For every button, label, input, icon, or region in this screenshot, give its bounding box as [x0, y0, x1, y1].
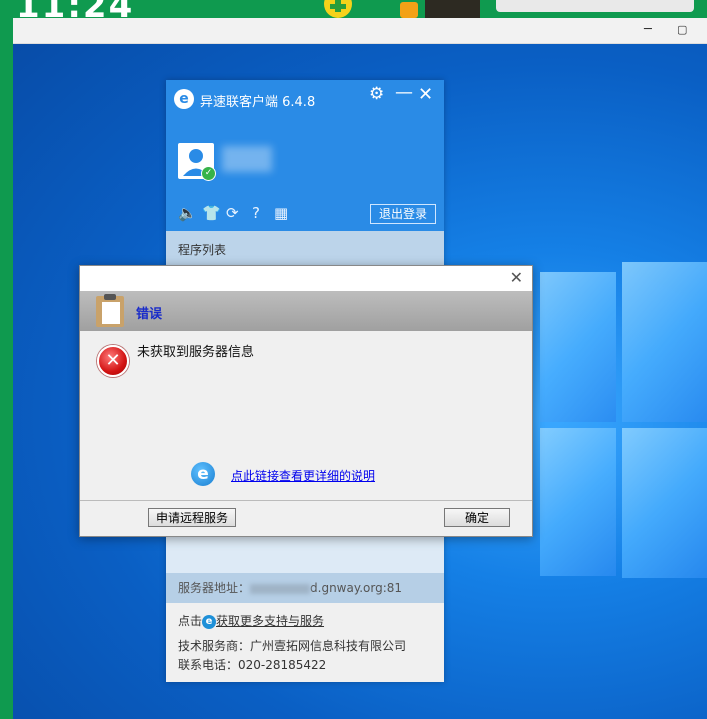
server-address: 服务器地址： d.gnway.org:81 [166, 573, 444, 603]
client-header: e 异速联客户端 6.4.8 ⚙ — ✕ ✓ 🔈 👕 ⟳ ? ▦ 退出登录 [166, 80, 444, 231]
ie-icon: e [191, 462, 215, 486]
error-icon: ✕ [97, 345, 129, 377]
close-icon[interactable]: ✕ [418, 84, 433, 105]
username-blurred [222, 146, 272, 172]
minimize-icon[interactable]: — [395, 82, 413, 103]
shirt-icon[interactable]: 👕 [202, 204, 221, 222]
logout-button[interactable]: 退出登录 [370, 204, 436, 224]
phone-text: 联系电话：020-28185422 [178, 658, 327, 672]
server-address-masked [250, 583, 311, 594]
support-link[interactable]: 获取更多支持与服务 [216, 614, 324, 628]
server-label: 服务器地址： [178, 581, 251, 595]
program-list-header: 程序列表 [166, 231, 444, 267]
provider-text: 技术服务商：广州壹拓网信息科技有限公司 [178, 639, 407, 653]
speaker-icon[interactable]: 🔈 [178, 204, 197, 222]
close-icon[interactable]: ✕ [510, 268, 523, 287]
gear-icon[interactable]: ⚙ [369, 84, 384, 104]
search-box[interactable] [496, 0, 694, 12]
clipboard-icon [96, 294, 124, 327]
refresh-icon[interactable]: ⟳ [226, 204, 239, 222]
app-icon-yellow [324, 0, 352, 18]
dialog-titlebar: ✕ [80, 266, 532, 291]
maximize-icon[interactable]: ▢ [677, 23, 687, 36]
dialog-title: 错误 [136, 307, 163, 322]
left-strip [0, 18, 13, 719]
support-line: 点击 e 获取更多支持与服务 [178, 612, 324, 629]
online-status-icon: ✓ [201, 166, 216, 181]
server-suffix: d.gnway.org:81 [310, 581, 403, 595]
app-logo-icon: e [174, 89, 194, 109]
windows-logo [538, 262, 707, 578]
dialog-header-band: 错误 [80, 291, 532, 331]
error-message: 未获取到服务器信息 [137, 345, 255, 360]
thumbnail [425, 0, 480, 18]
app-icon-orange [400, 2, 418, 18]
remote-service-button[interactable]: 申请远程服务 [148, 508, 236, 527]
qrcode-icon[interactable]: ▦ [274, 204, 288, 222]
outer-window-titlebar: ─ ▢ [13, 18, 707, 44]
top-strip: 11:24 [0, 0, 707, 26]
ok-button[interactable]: 确定 [444, 508, 510, 527]
divider [80, 500, 532, 501]
minimize-icon[interactable]: ─ [644, 22, 652, 37]
detail-link[interactable]: 点此链接查看更详细的说明 [231, 467, 375, 484]
avatar[interactable]: ✓ [178, 143, 216, 181]
ie-icon: e [202, 614, 217, 629]
help-icon[interactable]: ? [252, 204, 260, 222]
client-title: 异速联客户端 6.4.8 [200, 95, 316, 110]
error-dialog: ✕ 错误 ✕ 未获取到服务器信息 e 点此链接查看更详细的说明 申请远程服务 确… [79, 265, 533, 537]
support-prefix: 点击 [178, 614, 203, 628]
